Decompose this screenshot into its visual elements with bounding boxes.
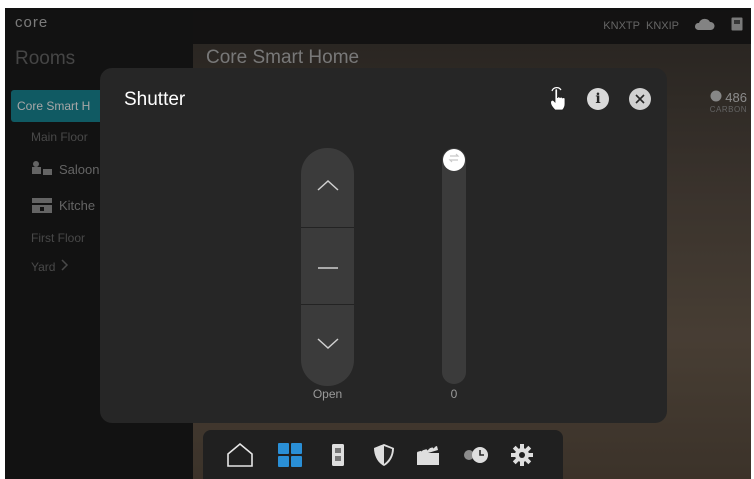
chevron-down-icon [316,337,339,355]
slider-handle[interactable] [443,149,465,171]
shutter-dialog: Shutter i Open 0 [100,68,667,423]
shutter-stop-button[interactable] [301,227,354,305]
security-icon[interactable] [369,440,399,470]
touch-icon[interactable] [546,87,570,111]
stop-icon [317,257,339,275]
chevron-up-icon [316,178,339,196]
home-icon[interactable] [225,440,255,470]
devices-icon[interactable] [323,440,353,470]
bottom-navigation [203,430,563,479]
settings-icon[interactable] [507,440,537,470]
slider-value: 0 [450,387,458,401]
shutter-up-button[interactable] [301,148,354,226]
app-window: core Rooms Core Smart H Main Floor Saloo… [5,8,751,479]
scenes-icon[interactable] [413,440,443,470]
dialog-title: Shutter [124,89,186,110]
shutter-down-button[interactable] [301,307,354,385]
shutter-state-label: Open [312,387,343,401]
close-icon[interactable] [628,87,652,111]
rooms-icon[interactable] [275,440,305,470]
position-slider[interactable] [442,148,466,384]
shutter-control [301,148,354,386]
swap-arrows-icon [448,151,460,169]
schedule-icon[interactable] [461,440,491,470]
info-icon[interactable]: i [586,87,610,111]
